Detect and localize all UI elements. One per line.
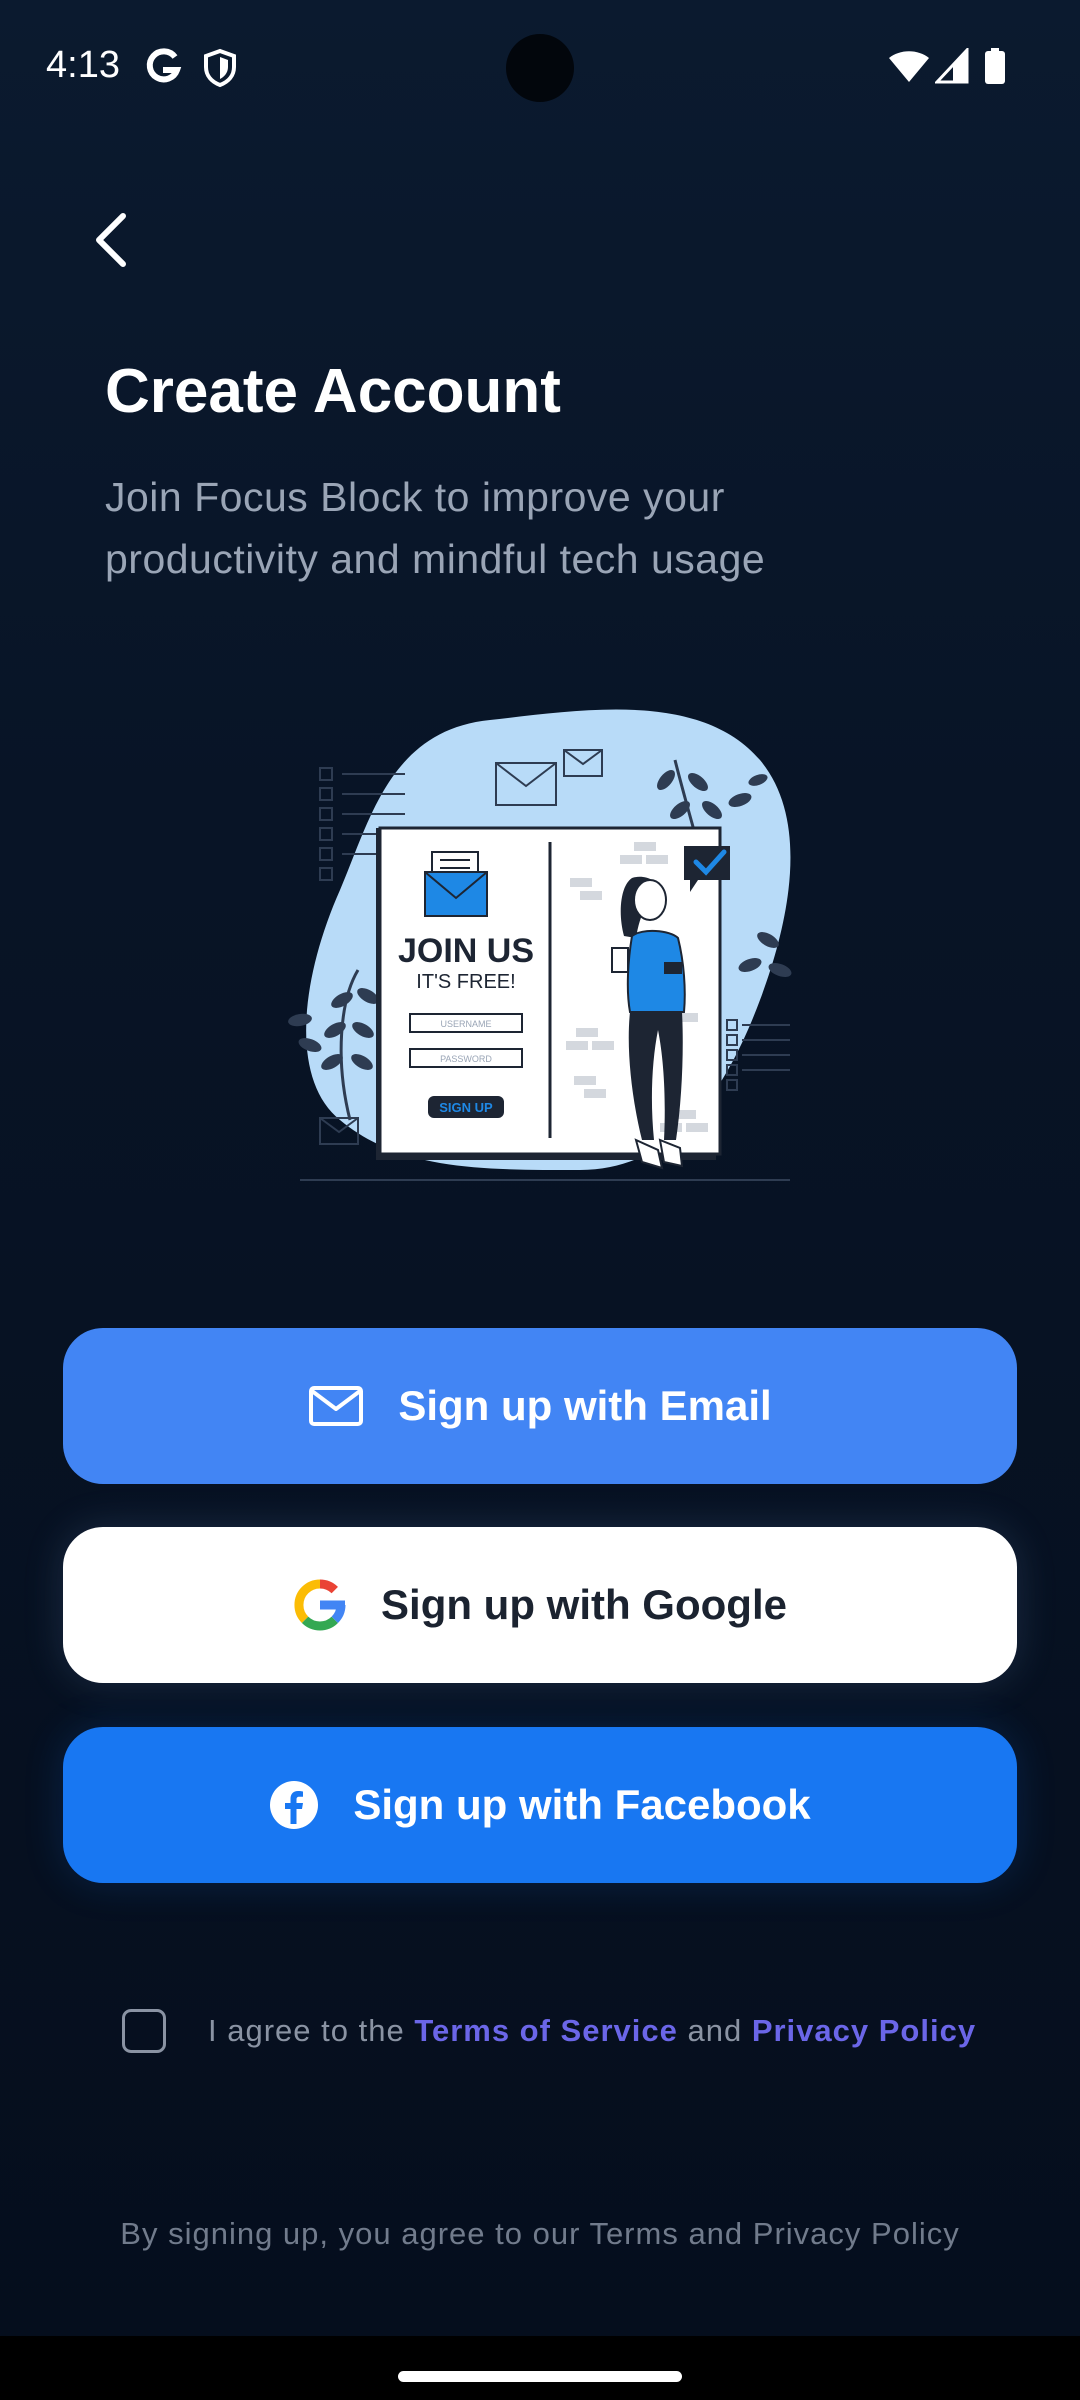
terms-agreement: I agree to the Terms of Service and Priv… [122,2006,976,2056]
shield-icon [202,48,238,93]
signup-facebook-label: Sign up with Facebook [353,1781,811,1828]
wifi-icon [888,48,930,89]
terms-text: I agree to the Terms of Service and Priv… [208,2013,976,2049]
illustration-tagline: IT'S FREE! [416,971,515,993]
illustration-signup-button: SIGN UP [439,1100,493,1115]
signup-screen: 4:13 Create Account Join Focus Block to … [0,0,1080,2336]
terms-of-service-link[interactable]: Terms of Service [414,2013,678,2048]
footer-note: By signing up, you agree to our Terms an… [120,2216,960,2251]
signup-email-label: Sign up with Email [398,1382,772,1429]
facebook-logo-icon [269,1780,319,1830]
page-subtitle: Join Focus Block to improve your product… [105,474,766,582]
signup-facebook-button[interactable]: Sign up with Facebook [63,1727,1017,1883]
signup-google-label: Sign up with Google [381,1581,787,1628]
navigation-bar [0,2336,1080,2400]
status-time: 4:13 [46,44,120,86]
terms-joiner: and [677,2013,752,2048]
chevron-left-icon [96,213,126,267]
home-indicator[interactable] [398,2371,682,2382]
page-title: Create Account [105,357,561,426]
illustration-password-field: PASSWORD [440,1054,492,1064]
back-button[interactable] [76,200,146,280]
join-us-illustration: JOIN US IT'S FREE! USERNAME PASSWORD SIG… [280,700,800,1190]
terms-prefix: I agree to the [208,2013,415,2048]
illustration-username-field: USERNAME [440,1019,491,1029]
front-camera [506,34,574,102]
signal-icon [933,46,969,89]
google-icon [144,48,182,93]
signup-email-button[interactable]: Sign up with Email [63,1328,1017,1484]
status-bar: 4:13 [0,0,1080,136]
battery-icon [984,48,1006,89]
privacy-policy-link[interactable]: Privacy Policy [752,2013,976,2048]
signup-google-button[interactable]: Sign up with Google [63,1527,1017,1683]
illustration-heading: JOIN US [398,932,534,970]
google-logo-icon [293,1578,347,1632]
terms-checkbox[interactable] [122,2009,166,2053]
mail-icon [308,1385,364,1427]
